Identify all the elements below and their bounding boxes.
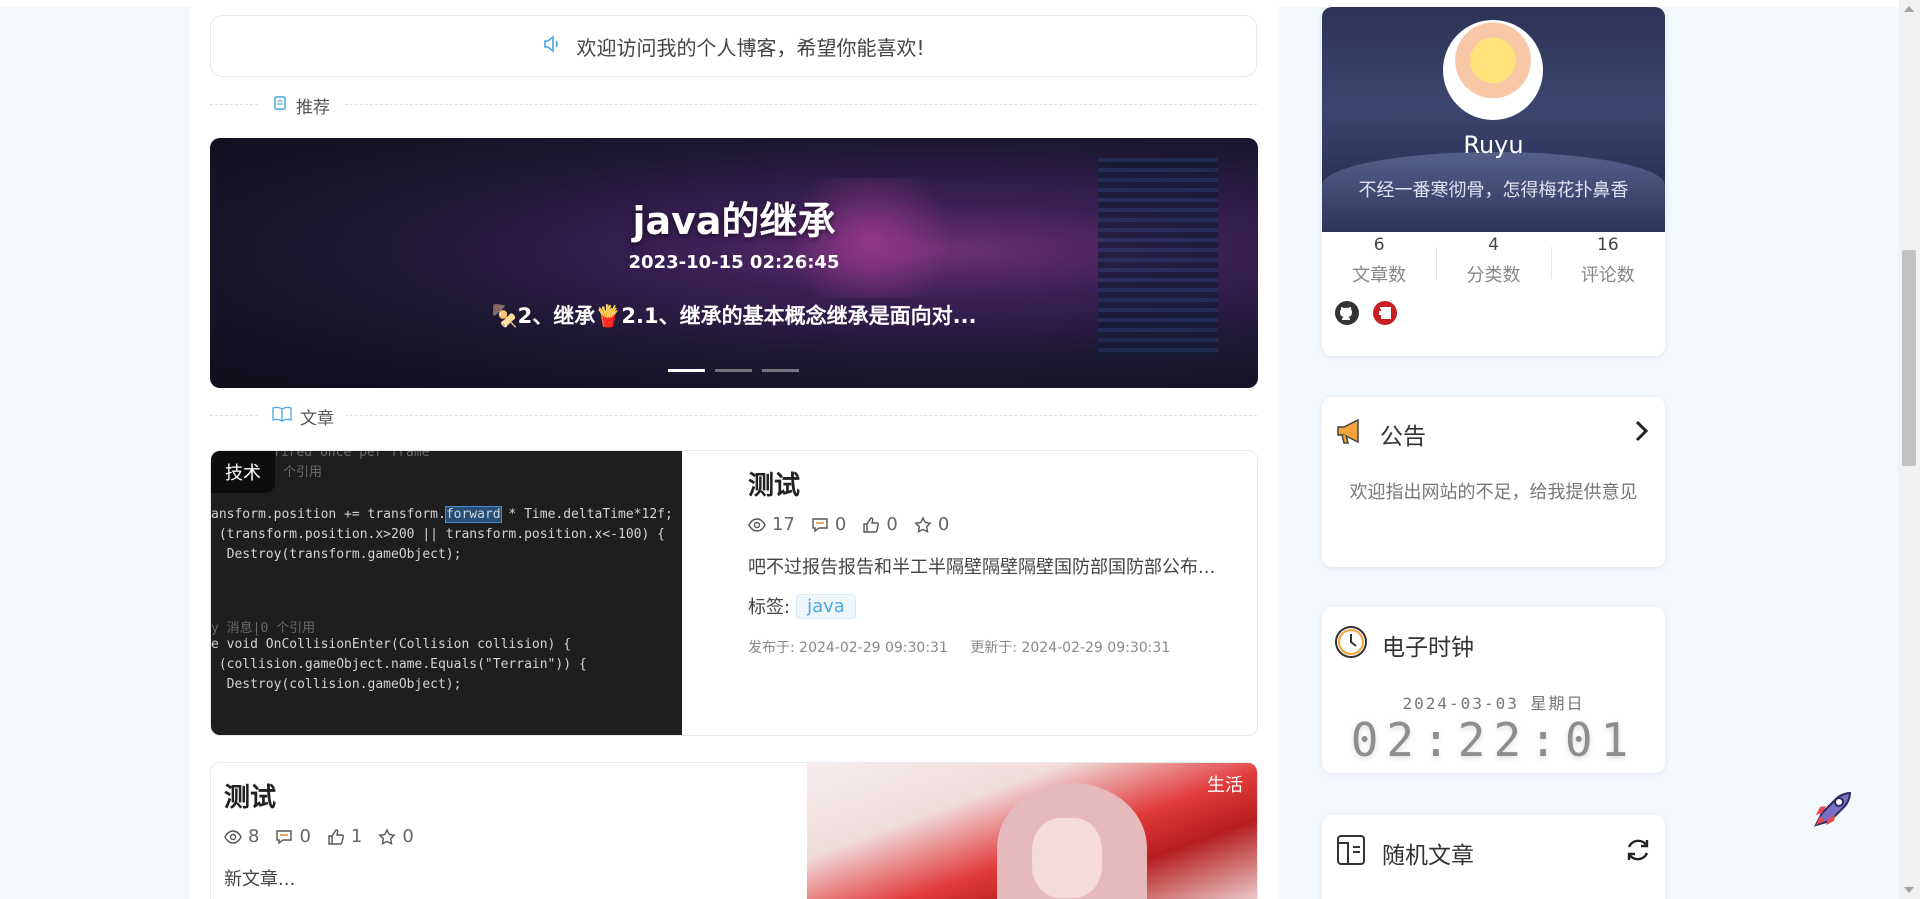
avatar[interactable]: [1443, 20, 1543, 120]
star-icon: [914, 515, 932, 534]
article-card[interactable]: 测试 8 0 1 0 新文章... 生活: [210, 762, 1258, 899]
announcement-title: 公告: [1380, 424, 1426, 450]
article-meta: 8 0 1 0: [224, 826, 764, 847]
page-scrollbar[interactable]: [1899, 0, 1920, 899]
profile-card: Ruyu 不经一番寒彻骨，怎得梅花扑鼻香 6 文章数 4 分类数 16 评论数: [1322, 7, 1665, 356]
back-to-top-rocket-icon[interactable]: [1808, 785, 1856, 833]
article-title[interactable]: 测试: [748, 465, 1248, 502]
random-title: 随机文章: [1382, 843, 1474, 869]
scroll-thumb[interactable]: [1902, 250, 1916, 466]
github-icon[interactable]: [1334, 300, 1360, 326]
carousel-dot[interactable]: [715, 369, 752, 372]
tags-label: 标签:: [748, 597, 791, 618]
comment-count: 0: [299, 826, 311, 847]
star-icon: [378, 827, 397, 846]
updated-date: 更新于: 2024-02-29 09:30:31: [970, 640, 1171, 656]
top-strip: [0, 0, 1920, 7]
speaker-icon: [542, 34, 562, 59]
article-excerpt: 新文章...: [224, 869, 296, 890]
profile-name: Ruyu: [1463, 131, 1524, 159]
article-cover[interactable]: fired once per frame 个引用 ansform.positio…: [211, 451, 682, 735]
section-title: 文章: [300, 408, 334, 429]
stat-categories[interactable]: 4 分类数: [1436, 235, 1550, 287]
scroll-down-arrow[interactable]: [1904, 887, 1914, 893]
carousel-dot[interactable]: [668, 369, 705, 372]
thumbs-up-icon: [862, 516, 880, 534]
announcement-card: 公告 欢迎指出网站的不足，给我提供意见: [1322, 397, 1665, 567]
carousel-indicators: [668, 369, 799, 372]
section-title: 推荐: [296, 97, 330, 118]
favorite-count: 0: [937, 514, 950, 535]
book-icon: [272, 406, 292, 427]
favorite-count: 0: [402, 826, 414, 847]
random-articles-card: 随机文章: [1322, 815, 1665, 899]
profile-motto: 不经一番寒彻骨，怎得梅花扑鼻香: [1358, 180, 1629, 201]
refresh-icon[interactable]: [1623, 835, 1653, 871]
comment-count: 0: [834, 514, 847, 535]
published-date: 发布于: 2024-02-29 09:30:31: [748, 640, 948, 656]
article-icon: [1334, 833, 1368, 873]
article-title[interactable]: 测试: [224, 777, 764, 814]
eye-icon: [224, 828, 242, 846]
thumbs-up-icon: [327, 828, 345, 846]
eye-icon: [748, 516, 766, 534]
like-count: 0: [886, 514, 898, 535]
welcome-text: 欢迎访问我的个人博客，希望你能喜欢!: [576, 35, 925, 60]
gitee-icon[interactable]: [1372, 300, 1398, 326]
clock-date: 2024-03-03 星期日: [1402, 694, 1585, 713]
social-links: [1334, 300, 1398, 326]
recommend-carousel[interactable]: java的继承 2023-10-15 02:26:45 🍢2、继承🍟2.1、继承…: [210, 138, 1258, 388]
tag-java[interactable]: java: [796, 593, 856, 619]
clock-title: 电子时钟: [1382, 635, 1474, 661]
stat-articles[interactable]: 6 文章数: [1322, 235, 1436, 287]
category-badge[interactable]: 技术: [211, 451, 275, 493]
profile-stats: 6 文章数 4 分类数 16 评论数: [1322, 235, 1665, 287]
comment-icon: [811, 516, 829, 534]
section-recommend: 推荐: [210, 93, 1257, 118]
chevron-right-icon[interactable]: [1629, 419, 1653, 449]
view-count: 17: [772, 514, 795, 535]
view-count: 8: [248, 826, 260, 847]
stat-comments[interactable]: 16 评论数: [1550, 235, 1665, 287]
like-count: 1: [350, 826, 363, 847]
comment-icon: [275, 828, 293, 846]
article-dates: 发布于: 2024-02-29 09:30:31 更新于: 2024-02-29…: [748, 637, 1248, 657]
carousel-summary: 🍢2、继承🍟2.1、继承的基本概念继承是面向对...: [491, 304, 977, 328]
carousel-title[interactable]: java的继承: [210, 190, 1258, 245]
welcome-notice: 欢迎访问我的个人博客，希望你能喜欢!: [210, 15, 1257, 77]
scroll-up-arrow[interactable]: [1904, 6, 1914, 12]
carousel-date: 2023-10-15 02:26:45: [628, 252, 840, 273]
clock-time: 02:22:01: [1350, 713, 1637, 767]
section-articles: 文章: [210, 404, 1257, 429]
main-column: 欢迎访问我的个人博客，希望你能喜欢! 推荐 java的继承 2023-10-15…: [190, 7, 1278, 899]
article-tags: 标签: java: [748, 593, 1248, 619]
article-cover[interactable]: [807, 763, 1257, 899]
clock-icon: [1334, 625, 1368, 665]
carousel-dot[interactable]: [762, 369, 799, 372]
article-card[interactable]: fired once per frame 个引用 ansform.positio…: [210, 450, 1258, 736]
document-icon: [272, 95, 288, 116]
category-badge[interactable]: 生活: [1193, 763, 1257, 805]
clock-card: 电子时钟 2024-03-03 星期日 02:22:01: [1322, 607, 1665, 773]
article-excerpt: 吧不过报告报告和半工半隔壁隔壁隔壁国防部国防部公布...: [748, 557, 1216, 578]
article-meta: 17 0 0 0: [748, 514, 1248, 535]
megaphone-icon: [1334, 415, 1366, 453]
announcement-body: 欢迎指出网站的不足，给我提供意见: [1349, 482, 1638, 503]
